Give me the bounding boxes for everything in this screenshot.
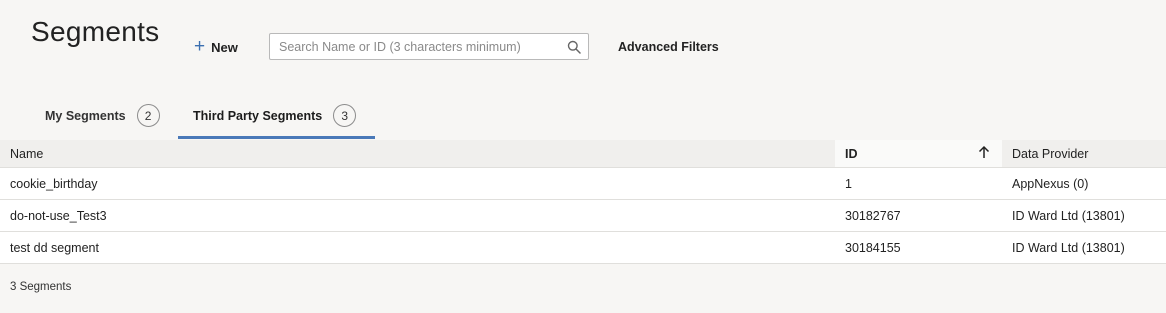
tab-third-party-segments[interactable]: Third Party Segments 3 xyxy=(193,104,357,138)
plus-icon: + xyxy=(194,35,206,57)
table-row[interactable]: do-not-use_Test3 30182767 ID Ward Ltd (1… xyxy=(0,200,1166,232)
search-input[interactable] xyxy=(270,34,560,59)
tab-label: Third Party Segments xyxy=(193,109,323,123)
column-header-name[interactable]: Name xyxy=(0,147,835,161)
table-row[interactable]: cookie_birthday 1 AppNexus (0) xyxy=(0,168,1166,200)
new-segment-button[interactable]: + New xyxy=(194,37,238,57)
advanced-filters-link[interactable]: Advanced Filters xyxy=(618,40,719,54)
segment-name: cookie_birthday xyxy=(10,176,98,191)
segment-name: do-not-use_Test3 xyxy=(10,208,107,223)
search-icon[interactable] xyxy=(560,34,588,59)
tab-label: My Segments xyxy=(45,109,126,123)
table-header: Name ID Data Provider xyxy=(0,140,1166,168)
active-tab-indicator xyxy=(178,136,375,139)
tab-my-segments[interactable]: My Segments 2 xyxy=(45,104,160,138)
segment-data-provider: ID Ward Ltd (13801) xyxy=(1012,208,1125,223)
column-header-id[interactable]: ID xyxy=(835,140,1002,167)
tab-count-badge: 3 xyxy=(333,104,357,127)
segment-id: 1 xyxy=(845,176,852,191)
column-header-id-label: ID xyxy=(845,146,858,161)
table-row[interactable]: test dd segment 30184155 ID Ward Ltd (13… xyxy=(0,232,1166,264)
segment-data-provider: ID Ward Ltd (13801) xyxy=(1012,240,1125,255)
segment-id: 30182767 xyxy=(845,208,901,223)
segments-table: Name ID Data Provider cookie_birthday 1 … xyxy=(0,140,1166,264)
column-header-data-provider[interactable]: Data Provider xyxy=(1002,147,1166,161)
segment-name: test dd segment xyxy=(10,240,99,255)
tab-count-badge: 2 xyxy=(136,104,160,127)
new-button-label: New xyxy=(211,39,238,55)
segment-data-provider: AppNexus (0) xyxy=(1012,176,1089,191)
search-box xyxy=(269,33,589,60)
sort-arrow-up-icon xyxy=(978,145,990,162)
page-title: Segments xyxy=(31,16,160,47)
segment-id: 30184155 xyxy=(845,240,901,255)
segments-count: 3 Segments xyxy=(10,281,72,293)
